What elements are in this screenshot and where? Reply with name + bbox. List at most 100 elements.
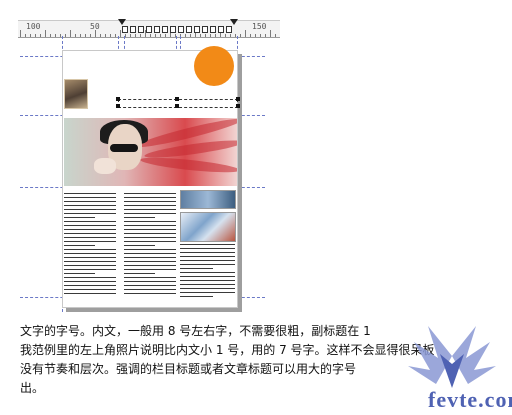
- horizontal-ruler[interactable]: 100 50 150: [18, 19, 280, 38]
- ruler-tick: [125, 34, 126, 37]
- ruler-tick: [250, 34, 251, 37]
- placeholder-text-line: [124, 193, 176, 194]
- placeholder-text-line: [124, 225, 176, 226]
- selection-handle[interactable]: [116, 97, 120, 101]
- ruler-tab-marker[interactable]: [162, 26, 168, 33]
- placeholder-text-line: [180, 276, 235, 277]
- ruler-tick: [65, 34, 66, 37]
- ruler-right-handle[interactable]: [230, 19, 238, 25]
- placeholder-text-line: [124, 229, 176, 230]
- ruler-tab-marker[interactable]: [210, 26, 216, 33]
- ruler-tab-marker[interactable]: [154, 26, 160, 33]
- placeholder-text-line: [124, 213, 176, 214]
- ruler-tick: [155, 34, 156, 37]
- placeholder-text-line: [180, 248, 235, 249]
- ruler-tab-marker[interactable]: [130, 26, 136, 33]
- placeholder-text-line: [64, 201, 116, 202]
- ruler-tick: [40, 34, 41, 37]
- selection-handle[interactable]: [236, 97, 240, 101]
- hero-image[interactable]: [64, 118, 237, 186]
- placeholder-text-line: [124, 285, 176, 286]
- ruler-tick: [110, 34, 111, 37]
- hero-streak: [139, 154, 237, 176]
- ruler-tab-marker[interactable]: [186, 26, 192, 33]
- placeholder-text-line: [64, 193, 116, 194]
- placeholder-text-line: [180, 256, 235, 257]
- ruler-tick: [270, 30, 271, 37]
- placeholder-text-line: [180, 260, 235, 261]
- thumbnail-image[interactable]: [180, 212, 236, 242]
- ruler-tab-marker[interactable]: [170, 26, 176, 33]
- ruler-tab-marker[interactable]: [178, 26, 184, 33]
- ruler-tick: [265, 34, 266, 37]
- ruler-tick: [150, 34, 151, 37]
- placeholder-text-line: [124, 257, 176, 258]
- ruler-tick: [260, 34, 261, 37]
- selection-handle[interactable]: [236, 104, 240, 108]
- placeholder-text-line: [64, 209, 116, 210]
- placeholder-text-line: [124, 253, 176, 254]
- placeholder-text-line: [64, 221, 116, 222]
- selection-handle[interactable]: [175, 97, 179, 101]
- selection-handle[interactable]: [175, 104, 179, 108]
- placeholder-text-line: [124, 237, 176, 238]
- ruler-tick: [245, 30, 246, 37]
- placeholder-text-line: [124, 265, 176, 266]
- placeholder-text-line: [64, 205, 116, 206]
- hero-sunglasses: [110, 144, 138, 152]
- ruler-tick: [100, 34, 101, 37]
- placeholder-text-line: [124, 233, 176, 234]
- ruler-tick: [105, 34, 106, 37]
- placeholder-text-line: [64, 269, 116, 270]
- ruler-tick: [80, 34, 81, 37]
- placeholder-text-line: [124, 281, 176, 282]
- thumbnail-image[interactable]: [180, 190, 236, 209]
- ruler-tick: [70, 30, 71, 37]
- placeholder-text-line: [64, 257, 116, 258]
- ruler-tab-marker[interactable]: [146, 26, 152, 33]
- placeholder-text-line: [180, 296, 213, 297]
- placeholder-text-line: [180, 268, 213, 269]
- placeholder-text-line: [64, 233, 116, 234]
- placeholder-text-line: [180, 288, 235, 289]
- placeholder-text-line: [64, 197, 116, 198]
- ruler-tick: [165, 34, 166, 37]
- ruler-tick: [25, 34, 26, 37]
- placeholder-text-line: [64, 273, 96, 274]
- placeholder-text-line: [180, 264, 235, 265]
- placeholder-text-line: [124, 269, 176, 270]
- ruler-tick: [235, 34, 236, 37]
- ruler-tick: [210, 34, 211, 37]
- ruler-tab-marker[interactable]: [194, 26, 200, 33]
- placeholder-text-line: [64, 277, 116, 278]
- placeholder-text-line: [124, 293, 176, 294]
- ruler-tick: [85, 34, 86, 37]
- hero-hand: [94, 158, 116, 174]
- ruler-tick: [185, 34, 186, 37]
- placeholder-text-line: [124, 197, 176, 198]
- ruler-tab-marker[interactable]: [122, 26, 128, 33]
- ruler-label-left: 100: [26, 22, 41, 31]
- orange-circle-shape[interactable]: [194, 46, 234, 86]
- ruler-tab-marker[interactable]: [218, 26, 224, 33]
- corner-photo[interactable]: [64, 79, 88, 109]
- ruler-tab-marker[interactable]: [226, 26, 232, 33]
- ruler-tab-marker[interactable]: [202, 26, 208, 33]
- selection-handle[interactable]: [116, 104, 120, 108]
- ruler-tick: [240, 34, 241, 37]
- ruler-tick: [75, 34, 76, 37]
- placeholder-text-line: [64, 225, 116, 226]
- ruler-tab-marker[interactable]: [138, 26, 144, 33]
- placeholder-text-line: [180, 280, 235, 281]
- placeholder-text-line: [124, 245, 156, 246]
- placeholder-text-line: [64, 245, 96, 246]
- watermark-text: fevte.com: [428, 387, 512, 412]
- ruler-tick: [120, 30, 121, 37]
- ruler-tick: [160, 34, 161, 37]
- placeholder-text-line: [64, 249, 116, 250]
- placeholder-text-line: [180, 272, 235, 273]
- placeholder-text-line: [180, 244, 235, 245]
- ruler-tick: [215, 34, 216, 37]
- placeholder-text-line: [64, 265, 116, 266]
- ruler-indent-handle[interactable]: [118, 19, 126, 25]
